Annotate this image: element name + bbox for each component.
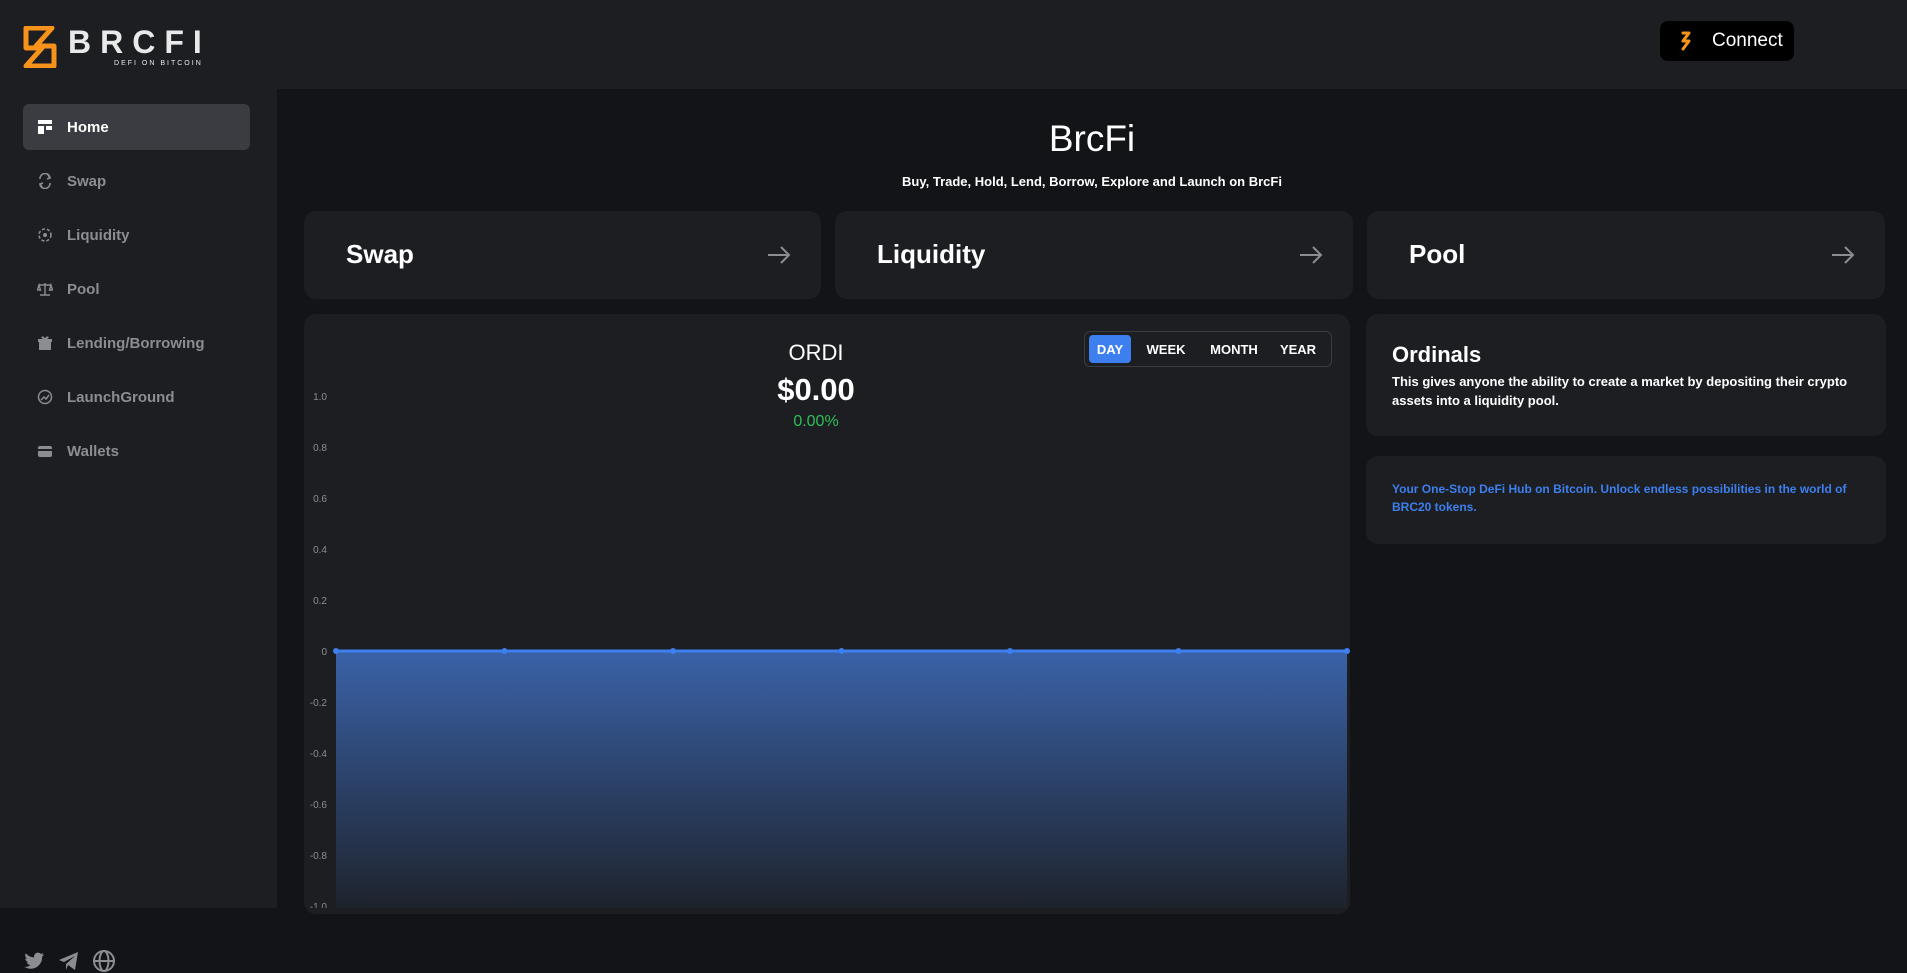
sidebar-item-liquidity[interactable]: Liquidity [23, 212, 250, 258]
sidebar-item-label: Pool [67, 280, 100, 298]
y-tick-label: 0 [321, 647, 327, 658]
rocket-icon [37, 389, 53, 405]
swap-icon [37, 173, 53, 189]
y-tick-label: -0.4 [310, 749, 328, 760]
telegram-icon[interactable] [57, 949, 81, 973]
swap-card-label: Swap [346, 239, 414, 269]
token-price: $0.00 [777, 372, 855, 407]
sidebar-item-pool[interactable]: Pool [23, 266, 250, 312]
top-bar: BRCFI DEFI ON BITCOIN Connect [0, 0, 1907, 89]
y-tick-label: 0.2 [313, 596, 327, 607]
brand-tagline: DEFI ON BITCOIN [114, 60, 203, 67]
sidebar-item-label: LaunchGround [67, 388, 175, 406]
sidebar-item-label: Swap [67, 172, 107, 190]
sidebar-item-swap[interactable]: Swap [23, 158, 250, 204]
twitter-icon[interactable] [22, 949, 46, 973]
timeframe-year[interactable]: YEAR [1267, 335, 1329, 363]
ordinals-info-card: Ordinals This gives anyone the ability t… [1366, 314, 1886, 436]
arrow-right-icon [1832, 246, 1855, 264]
series-area [336, 651, 1347, 908]
pool-card-label: Pool [1409, 239, 1466, 269]
y-tick-label: 0.8 [313, 443, 327, 454]
hub-info-card: Your One-Stop DeFi Hub on Bitcoin. Unloc… [1366, 456, 1886, 544]
connect-label: Connect [1712, 30, 1783, 51]
sidebar: Home Swap Liquidity Pool Lending/Borrowi… [0, 89, 277, 972]
y-tick-label: -0.2 [310, 698, 328, 709]
sidebar-item-label: Wallets [67, 442, 119, 460]
pool-card[interactable]: Pool [1367, 211, 1885, 299]
swap-card[interactable]: Swap [304, 211, 821, 299]
sidebar-item-wallets[interactable]: Wallets [23, 428, 250, 474]
wallet-link-icon [1681, 31, 1691, 51]
gift-icon [37, 335, 53, 351]
sidebar-item-launchground[interactable]: LaunchGround [23, 374, 250, 420]
price-change: 0.00% [793, 413, 839, 430]
liquidity-card[interactable]: Liquidity [835, 211, 1353, 299]
timeframe-month[interactable]: MONTH [1201, 335, 1267, 363]
data-point[interactable] [1007, 648, 1013, 654]
data-point[interactable] [501, 648, 508, 654]
liquidity-card-label: Liquidity [877, 239, 986, 269]
price-chart[interactable]: 1.00.80.60.40.20-0.2-0.4-0.6-0.8-1.0 [304, 380, 1350, 908]
sidebar-item-label: Lending/Borrowing [67, 334, 205, 352]
data-point[interactable] [838, 648, 845, 654]
brcfi-logo-icon [23, 26, 57, 68]
connect-wallet-button[interactable]: Connect [1660, 21, 1794, 61]
sidebar-item-home[interactable]: Home [23, 104, 250, 150]
brand-logo[interactable]: BRCFI DEFI ON BITCOIN [22, 26, 211, 68]
timeframe-day[interactable]: DAY [1089, 335, 1131, 363]
liquidity-icon [37, 227, 53, 243]
data-point[interactable] [670, 648, 676, 654]
ordinals-title: Ordinals [1392, 342, 1482, 367]
arrow-right-icon [768, 246, 791, 264]
data-point[interactable] [333, 648, 339, 654]
page-title: BrcFi [1048, 118, 1136, 159]
timeframe-week[interactable]: WEEK [1131, 335, 1201, 363]
sidebar-item-label: Home [67, 118, 109, 136]
y-tick-label: -0.8 [310, 851, 328, 862]
wallet-icon [37, 443, 53, 459]
sidebar-item-label: Liquidity [67, 226, 130, 244]
data-point[interactable] [1175, 648, 1182, 654]
timeframe-selector: DAY WEEK MONTH YEAR [1084, 331, 1332, 367]
y-tick-label: -1.0 [310, 902, 328, 908]
hub-description: Your One-Stop DeFi Hub on Bitcoin. Unloc… [1392, 482, 1847, 514]
arrow-right-icon [1300, 246, 1323, 264]
sidebar-item-lending-borrowing[interactable]: Lending/Borrowing [23, 320, 250, 366]
globe-icon[interactable] [92, 949, 116, 973]
ordinals-description: This gives anyone the ability to create … [1392, 374, 1848, 408]
y-tick-label: 0.4 [313, 545, 327, 556]
y-tick-label: -0.6 [310, 800, 328, 811]
scale-icon [37, 281, 53, 297]
dashboard-icon [37, 119, 53, 135]
y-tick-label: 0.6 [313, 494, 327, 505]
page-subtitle: Buy, Trade, Hold, Lend, Borrow, Explore … [902, 174, 1282, 189]
data-point[interactable] [1344, 648, 1350, 654]
brand-name: BRCFI [68, 24, 211, 60]
